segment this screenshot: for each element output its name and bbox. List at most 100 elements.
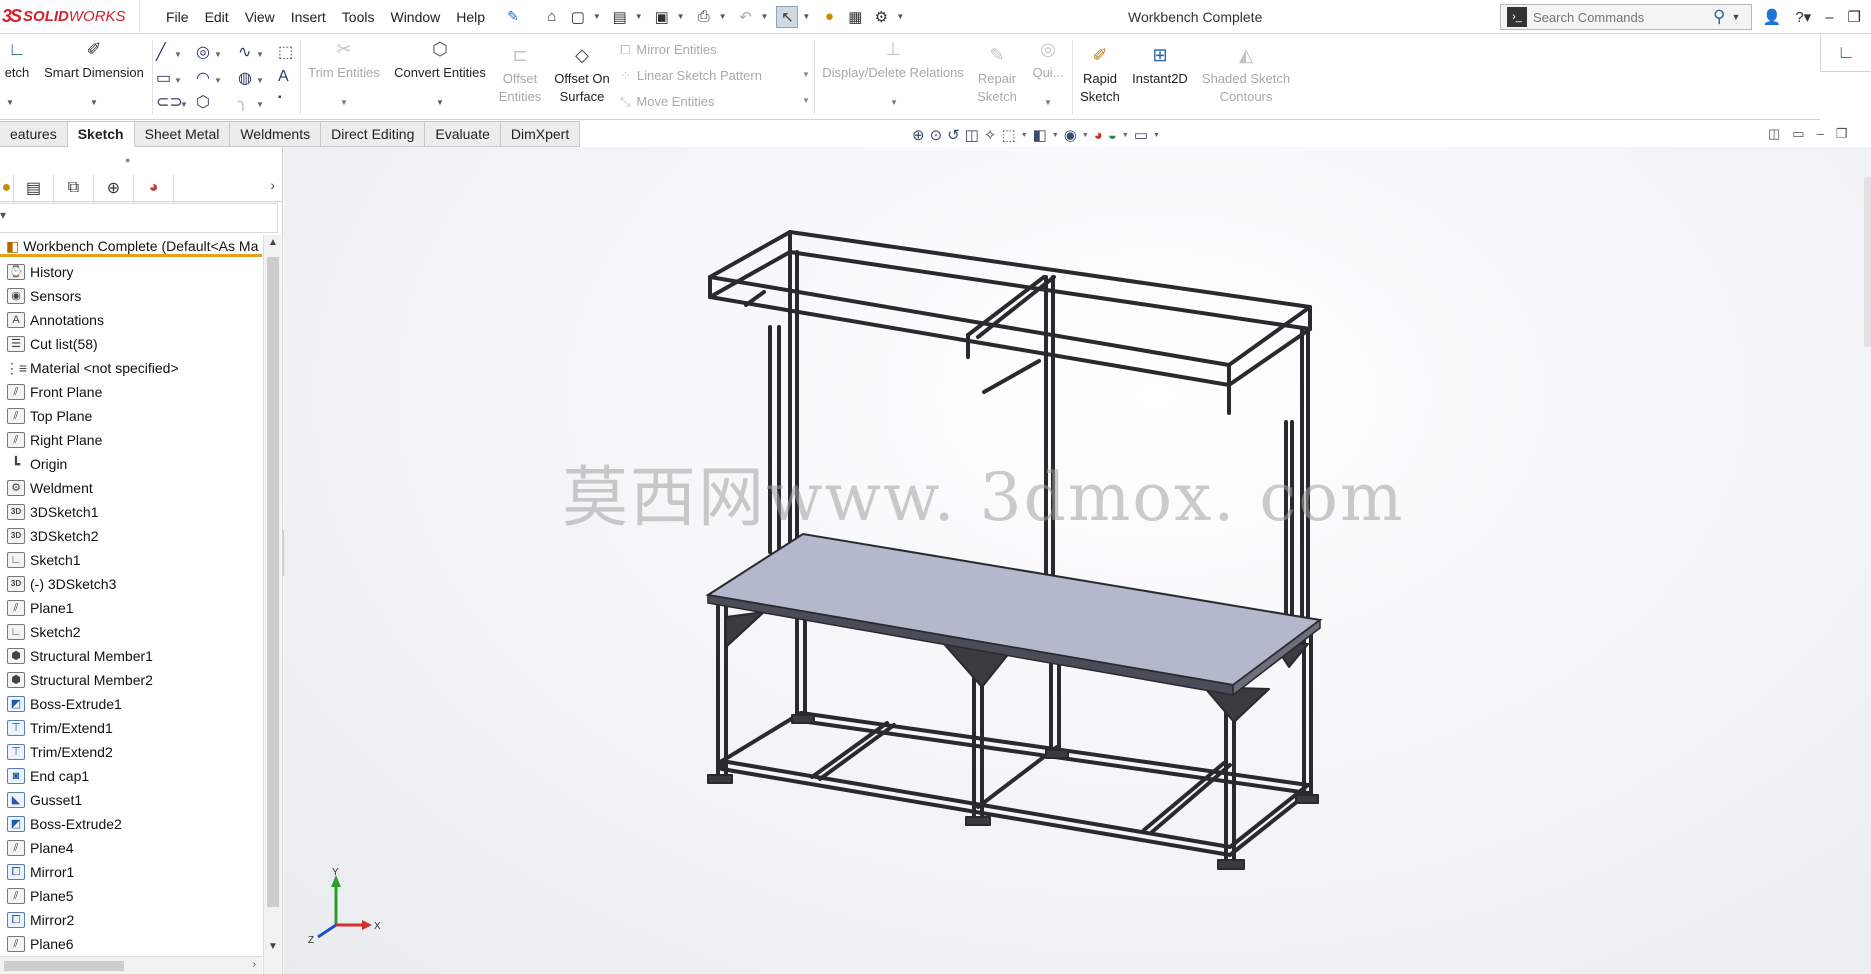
linear-sketch-pattern-button[interactable]: ⁘ Linear Sketch Pattern bbox=[620, 68, 762, 84]
tree-item-structural-member2[interactable]: ⬢ Structural Member2 bbox=[0, 668, 262, 692]
file-properties-icon[interactable]: ▦ bbox=[844, 6, 866, 28]
tree-item-sensors[interactable]: ◉ Sensors bbox=[0, 284, 262, 308]
spline-icon[interactable]: ∿ bbox=[238, 42, 251, 62]
menu-window[interactable]: Window bbox=[382, 0, 448, 34]
dimension-dropdown-icon[interactable]: ▼ bbox=[90, 98, 98, 107]
pattern-dropdown-icon[interactable]: ▼ bbox=[802, 70, 810, 79]
dynamic-annotation-icon[interactable]: ✧ bbox=[984, 126, 997, 144]
hscrollbar-thumb[interactable] bbox=[4, 961, 124, 971]
sketch-button[interactable]: ∟ etch bbox=[0, 40, 34, 82]
solidworks-logo[interactable]: 3S SOLIDWORKS bbox=[0, 0, 140, 34]
tree-item-top-plane[interactable]: ⫽ Top Plane bbox=[0, 404, 262, 428]
instant2d-button[interactable]: ⊞ Instant2D bbox=[1126, 46, 1194, 88]
print-icon[interactable]: ⎙ bbox=[693, 6, 715, 28]
quick-snaps-button[interactable]: ◎ Qui... bbox=[1026, 40, 1070, 82]
save-icon[interactable]: ▣ bbox=[651, 6, 673, 28]
tree-item-boss-extrude2[interactable]: ◩ Boss-Extrude2 bbox=[0, 812, 262, 836]
tree-item-history[interactable]: ⌚ History bbox=[0, 260, 262, 284]
open-dropdown-icon[interactable]: ▼ bbox=[635, 12, 643, 21]
construction-geometry-icon[interactable]: ⬚ bbox=[278, 42, 293, 62]
zoom-to-area-icon[interactable]: ⊙ bbox=[930, 126, 943, 144]
tree-item-structural-member1[interactable]: ⬢ Structural Member1 bbox=[0, 644, 262, 668]
shaded-sketch-contours-button[interactable]: ◭ Shaded Sketch Contours bbox=[1196, 46, 1296, 106]
tree-item-annotations[interactable]: A Annotations bbox=[0, 308, 262, 332]
viewport-restore-icon[interactable]: ❐ bbox=[1836, 126, 1848, 142]
display-manager-tab-icon[interactable]: ◕ bbox=[134, 174, 174, 201]
workbench-3d-model[interactable] bbox=[284, 147, 1871, 974]
new-dropdown-icon[interactable]: ▼ bbox=[593, 12, 601, 21]
menu-file[interactable]: File bbox=[158, 0, 197, 34]
tab-weldments[interactable]: Weldments bbox=[230, 121, 322, 147]
tree-item-front-plane[interactable]: ⫽ Front Plane bbox=[0, 380, 262, 404]
smart-dimension-button[interactable]: ✐ Smart Dimension bbox=[38, 40, 150, 82]
tree-item-right-plane[interactable]: ⫽ Right Plane bbox=[0, 428, 262, 452]
tree-item-weldment[interactable]: ⚙ Weldment bbox=[0, 476, 262, 500]
polygon-icon[interactable]: ⬡ bbox=[196, 92, 210, 112]
viewport-split-icon[interactable]: ◫ bbox=[1768, 126, 1780, 142]
offset-on-surface-button[interactable]: ◇ Offset On Surface bbox=[548, 46, 616, 106]
dimxpert-manager-tab-icon[interactable]: ⊕ bbox=[94, 174, 134, 201]
tab-dimxpert[interactable]: DimXpert bbox=[500, 121, 581, 147]
scrollbar-thumb[interactable] bbox=[267, 257, 279, 907]
tree-item-plane5[interactable]: ⫽ Plane5 bbox=[0, 884, 262, 908]
tree-item-mirror2[interactable]: ⧠ Mirror2 bbox=[0, 908, 262, 932]
configuration-manager-tab-icon[interactable]: ⧉ bbox=[54, 174, 94, 201]
select-dropdown-icon[interactable]: ▼ bbox=[802, 12, 810, 21]
task-pane-edge[interactable] bbox=[1864, 177, 1871, 347]
tree-item-sketch1[interactable]: ∟ Sketch1 bbox=[0, 548, 262, 572]
rebuild-traffic-light-icon[interactable]: ● bbox=[818, 6, 840, 28]
menu-insert[interactable]: Insert bbox=[283, 0, 334, 34]
view-settings-icon[interactable]: ▭ bbox=[1134, 126, 1148, 144]
display-style-icon[interactable]: ◧ bbox=[1033, 126, 1047, 144]
convert-dropdown-icon[interactable]: ▼ bbox=[436, 98, 444, 107]
tree-item-boss-extrude1[interactable]: ◩ Boss-Extrude1 bbox=[0, 692, 262, 716]
search-commands-box[interactable]: ›_ ⚲ ▼ bbox=[1500, 4, 1752, 30]
convert-entities-button[interactable]: ⬡ Convert Entities bbox=[388, 40, 492, 82]
tree-item-cut-list[interactable]: ☰ Cut list(58) bbox=[0, 332, 262, 356]
relations-dropdown-icon[interactable]: ▼ bbox=[890, 98, 898, 107]
chevron-right-icon[interactable]: › bbox=[270, 177, 275, 193]
select-pointer-icon[interactable]: ↖ bbox=[776, 5, 799, 28]
tree-item-mirror1[interactable]: ⧠ Mirror1 bbox=[0, 860, 262, 884]
tree-root-part[interactable]: ◧ Workbench Complete (Default<As Ma bbox=[0, 235, 262, 257]
restore-icon[interactable]: ❐ bbox=[1848, 8, 1861, 26]
tree-item-end-cap1[interactable]: ◙ End cap1 bbox=[0, 764, 262, 788]
new-document-icon[interactable]: ▢ bbox=[567, 6, 589, 28]
search-icon[interactable]: ⚲ bbox=[1713, 7, 1725, 27]
chevron-right-icon[interactable]: › bbox=[253, 959, 256, 970]
chevron-up-icon[interactable]: ▲ bbox=[268, 237, 278, 248]
search-input[interactable] bbox=[1533, 9, 1711, 25]
repair-sketch-button[interactable]: ✎ Repair Sketch bbox=[970, 46, 1024, 106]
apply-scene-icon[interactable]: ◒ bbox=[1108, 127, 1117, 144]
home-icon[interactable]: ⌂ bbox=[541, 6, 563, 28]
help-icon[interactable]: ?▾ bbox=[1795, 8, 1811, 26]
viewport-minimize-icon[interactable]: – bbox=[1817, 126, 1824, 142]
tab-direct-editing[interactable]: Direct Editing bbox=[321, 121, 426, 147]
rectangle-icon[interactable]: ▭ bbox=[156, 68, 171, 88]
options-dropdown-icon[interactable]: ▼ bbox=[896, 12, 904, 21]
tree-item-origin[interactable]: ┗ Origin bbox=[0, 452, 262, 476]
menu-view[interactable]: View bbox=[237, 0, 283, 34]
print-dropdown-icon[interactable]: ▼ bbox=[719, 12, 727, 21]
point-icon[interactable]: ▪ bbox=[278, 92, 282, 103]
mirror-entities-button[interactable]: ⧠ Mirror Entities bbox=[620, 42, 717, 58]
previous-view-icon[interactable]: ↺ bbox=[947, 126, 960, 144]
ellipse-icon[interactable]: ◍ bbox=[238, 68, 252, 88]
tree-horizontal-scrollbar[interactable]: › bbox=[0, 956, 262, 974]
tree-item-3dsketch1[interactable]: 3D 3DSketch1 bbox=[0, 500, 262, 524]
tree-item-plane1[interactable]: ⫽ Plane1 bbox=[0, 596, 262, 620]
tab-evaluate[interactable]: Evaluate bbox=[425, 121, 501, 147]
menu-tools[interactable]: Tools bbox=[334, 0, 383, 34]
chevron-down-icon[interactable]: ▼ bbox=[268, 941, 278, 952]
feature-manager-tab-icon[interactable]: ● bbox=[0, 174, 14, 201]
rapid-sketch-button[interactable]: ✐ Rapid Sketch bbox=[1076, 46, 1124, 106]
tree-item-sketch2[interactable]: ∟ Sketch2 bbox=[0, 620, 262, 644]
tree-item-gusset1[interactable]: ◣ Gusset1 bbox=[0, 788, 262, 812]
zoom-to-fit-icon[interactable]: ⊕ bbox=[912, 126, 925, 144]
save-dropdown-icon[interactable]: ▼ bbox=[677, 12, 685, 21]
minimize-icon[interactable]: – bbox=[1825, 9, 1833, 26]
circle-icon[interactable]: ◎ bbox=[196, 42, 210, 62]
section-view-icon[interactable]: ◫ bbox=[965, 126, 979, 144]
slot-icon[interactable]: ⊂⊃ bbox=[156, 92, 183, 112]
tab-sheet-metal[interactable]: Sheet Metal bbox=[134, 121, 231, 147]
